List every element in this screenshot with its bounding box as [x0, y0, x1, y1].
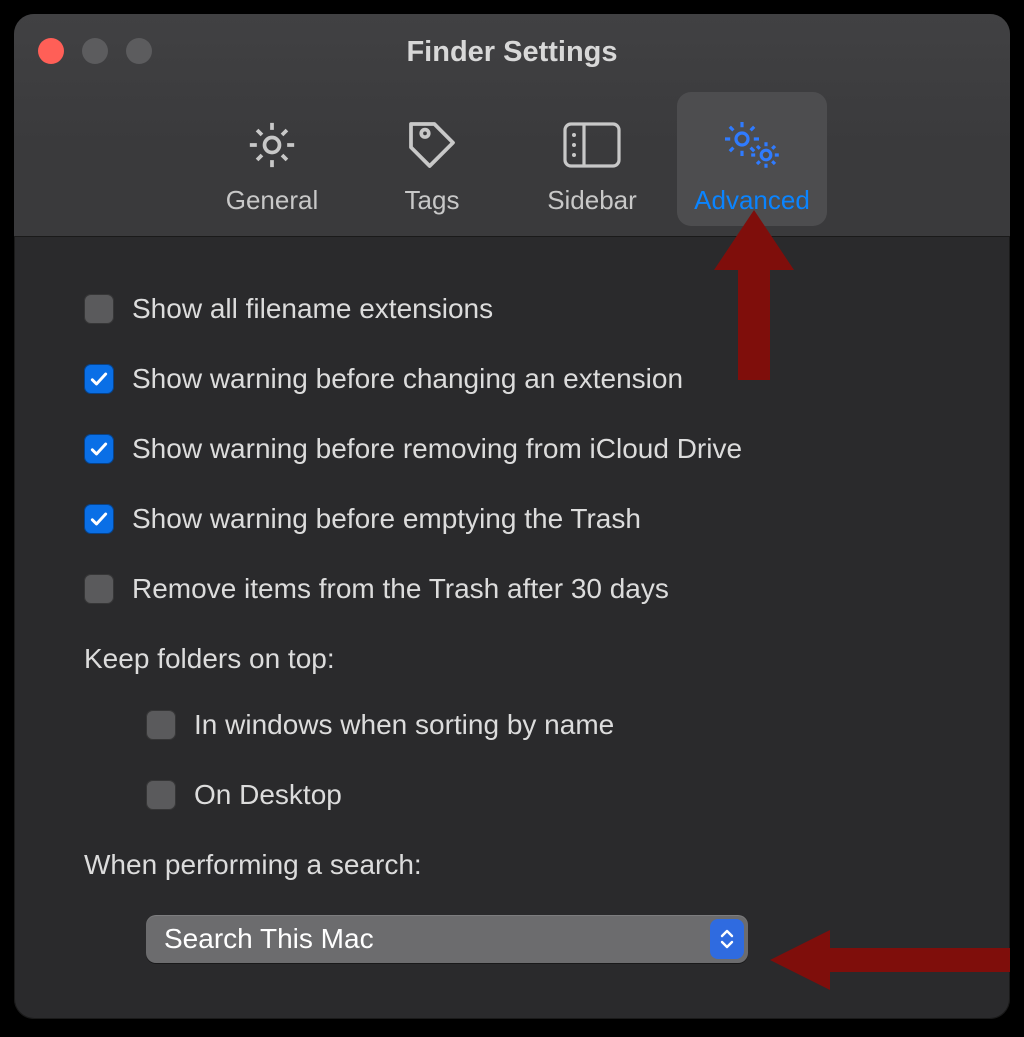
checkbox-warn-extension[interactable]	[84, 364, 114, 394]
label-trash-30days: Remove items from the Trash after 30 day…	[132, 573, 669, 605]
search-scope-dropdown[interactable]: Search This Mac	[146, 915, 748, 963]
tab-sidebar-label: Sidebar	[547, 185, 637, 216]
label-warn-extension: Show warning before changing an extensio…	[132, 363, 683, 395]
label-warn-trash: Show warning before emptying the Trash	[132, 503, 641, 535]
option-show-extensions: Show all filename extensions	[84, 293, 946, 325]
checkbox-show-extensions[interactable]	[84, 294, 114, 324]
option-keep-windows: In windows when sorting by name	[146, 709, 946, 741]
finder-settings-window: Finder Settings General	[14, 14, 1010, 1019]
option-warn-extension: Show warning before changing an extensio…	[84, 363, 946, 395]
checkbox-warn-trash[interactable]	[84, 504, 114, 534]
option-warn-icloud: Show warning before removing from iCloud…	[84, 433, 946, 465]
tab-general-label: General	[226, 185, 319, 216]
tab-tags-label: Tags	[405, 185, 460, 216]
checkbox-keep-desktop[interactable]	[146, 780, 176, 810]
option-keep-desktop: On Desktop	[146, 779, 946, 811]
checkbox-keep-windows[interactable]	[146, 710, 176, 740]
checkbox-trash-30days[interactable]	[84, 574, 114, 604]
sidebar-icon	[562, 113, 622, 177]
label-keep-windows: In windows when sorting by name	[194, 709, 614, 741]
option-warn-trash: Show warning before emptying the Trash	[84, 503, 946, 535]
option-trash-30days: Remove items from the Trash after 30 day…	[84, 573, 946, 605]
search-header: When performing a search:	[84, 849, 946, 881]
label-warn-icloud: Show warning before removing from iCloud…	[132, 433, 742, 465]
advanced-pane: Show all filename extensions Show warnin…	[14, 237, 1010, 963]
tab-advanced-label: Advanced	[694, 185, 810, 216]
tab-tags[interactable]: Tags	[357, 92, 507, 226]
keep-folders-header: Keep folders on top:	[84, 643, 946, 675]
gear-icon	[244, 113, 300, 177]
window-title: Finder Settings	[14, 36, 1010, 69]
settings-tabs: General Tags	[14, 92, 1010, 226]
gears-icon	[720, 113, 784, 177]
tab-advanced[interactable]: Advanced	[677, 92, 827, 226]
checkbox-warn-icloud[interactable]	[84, 434, 114, 464]
label-keep-desktop: On Desktop	[194, 779, 342, 811]
dropdown-stepper-icon	[710, 919, 744, 959]
tab-sidebar[interactable]: Sidebar	[517, 92, 667, 226]
label-show-extensions: Show all filename extensions	[132, 293, 493, 325]
tag-icon	[404, 113, 460, 177]
titlebar: Finder Settings General	[14, 14, 1010, 237]
tab-general[interactable]: General	[197, 92, 347, 226]
search-scope-value: Search This Mac	[164, 923, 710, 955]
